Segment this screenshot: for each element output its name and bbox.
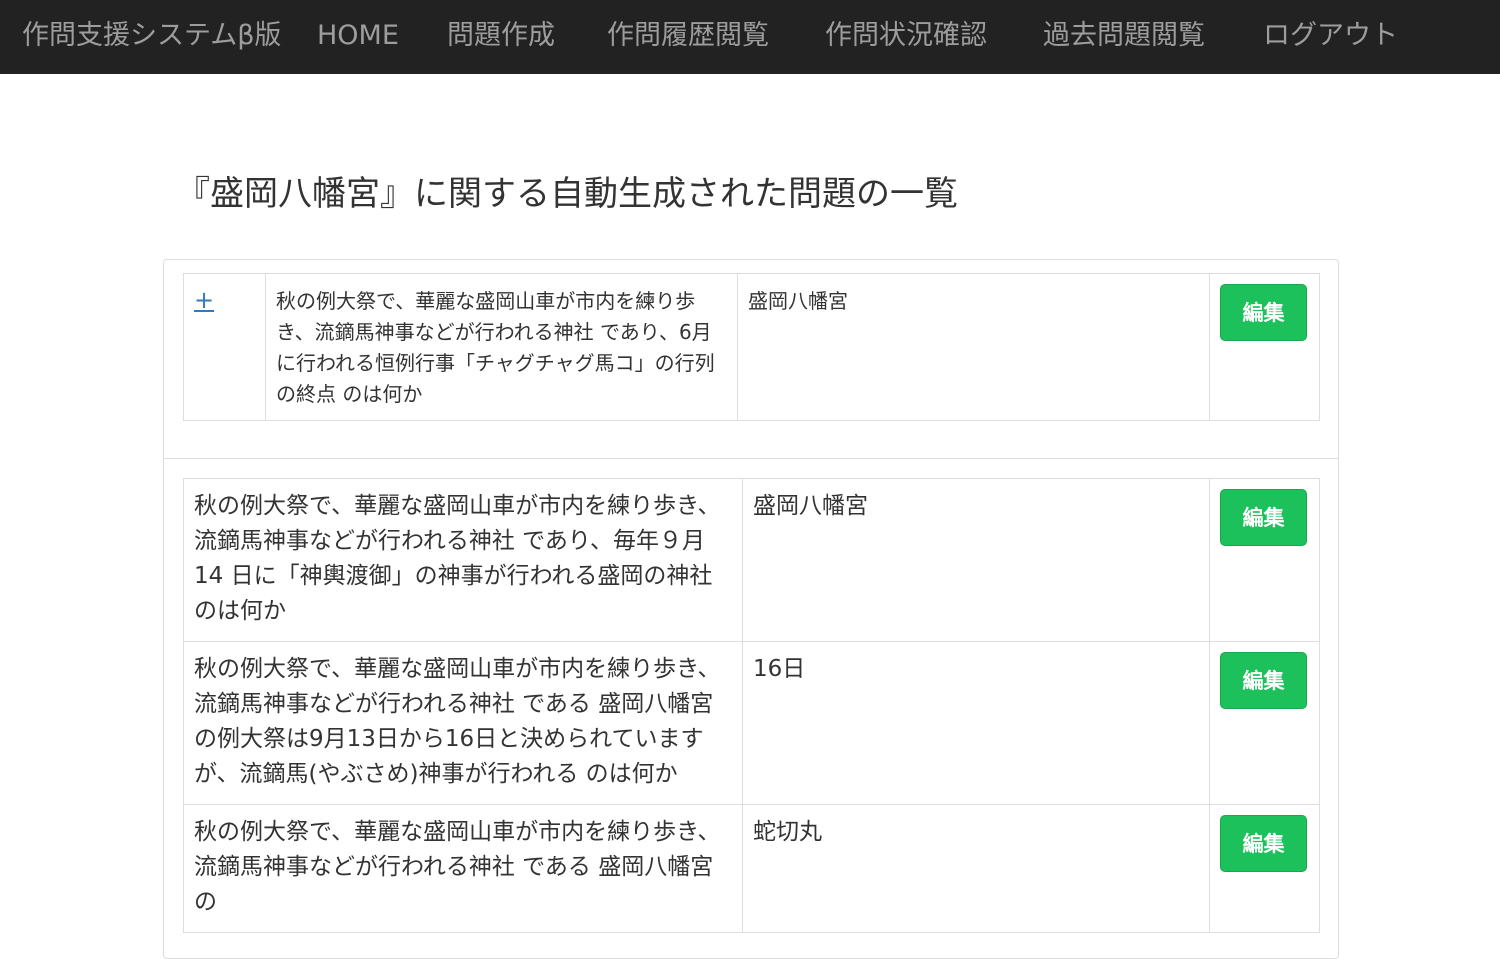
- navbar-brand[interactable]: 作問支援システムβ版: [22, 0, 281, 74]
- nav-item-create-question[interactable]: 問題作成: [447, 0, 555, 74]
- nav-item-logout[interactable]: ログアウト: [1263, 0, 1398, 74]
- question-cell: 秋の例大祭で、華麗な盛岡山車が市内を練り歩き、流鏑馬神事などが行われる神社 であ…: [183, 804, 743, 933]
- edit-button[interactable]: 編集: [1220, 284, 1307, 341]
- nav-item-history[interactable]: 作問履歴閲覧: [607, 0, 769, 74]
- question-cell: 秋の例大祭で、華麗な盛岡山車が市内を練り歩き、流鏑馬神事などが行われる神社 であ…: [183, 641, 743, 805]
- action-cell: 編集: [1209, 641, 1320, 805]
- action-cell: 編集: [1209, 478, 1320, 642]
- generated-questions-table: 秋の例大祭で、華麗な盛岡山車が市内を練り歩き、流鏑馬神事などが行われる神社 であ…: [183, 478, 1320, 933]
- page-title: 『盛岡八幡宮』に関する自動生成された問題の一覧: [176, 174, 958, 214]
- answer-cell: 盛岡八幡宮: [742, 478, 1210, 642]
- table-row: 秋の例大祭で、華麗な盛岡山車が市内を練り歩き、流鏑馬神事などが行われる神社 であ…: [183, 804, 1320, 933]
- toggle-cell: +: [183, 273, 266, 421]
- edit-button[interactable]: 編集: [1220, 815, 1307, 872]
- question-cell: 秋の例大祭で、華麗な盛岡山車が市内を練り歩き、流鏑馬神事などが行われる神社 であ…: [265, 273, 738, 421]
- answer-cell: 盛岡八幡宮: [737, 273, 1210, 421]
- action-cell: 編集: [1209, 273, 1320, 421]
- main-question-table: + 秋の例大祭で、華麗な盛岡山車が市内を練り歩き、流鏑馬神事などが行われる神社 …: [183, 273, 1320, 421]
- nav-item-home[interactable]: HOME: [317, 0, 399, 74]
- question-cell: 秋の例大祭で、華麗な盛岡山車が市内を練り歩き、流鏑馬神事などが行われる神社 であ…: [183, 478, 743, 642]
- action-cell: 編集: [1209, 804, 1320, 933]
- table-row: 秋の例大祭で、華麗な盛岡山車が市内を練り歩き、流鏑馬神事などが行われる神社 であ…: [183, 641, 1320, 805]
- table-row: + 秋の例大祭で、華麗な盛岡山車が市内を練り歩き、流鏑馬神事などが行われる神社 …: [183, 273, 1320, 421]
- edit-button[interactable]: 編集: [1220, 652, 1307, 709]
- answer-cell: 蛇切丸: [742, 804, 1210, 933]
- navbar: 作問支援システムβ版 HOME 問題作成 作問履歴閲覧 作問状況確認 過去問題閲…: [0, 0, 1500, 74]
- nav-item-past-questions[interactable]: 過去問題閲覧: [1043, 0, 1205, 74]
- nav-item-status[interactable]: 作問状況確認: [825, 0, 987, 74]
- expand-toggle-link[interactable]: +: [194, 286, 214, 314]
- panel-divider: [163, 458, 1339, 459]
- table-row: 秋の例大祭で、華麗な盛岡山車が市内を練り歩き、流鏑馬神事などが行われる神社 であ…: [183, 478, 1320, 642]
- answer-cell: 16日: [742, 641, 1210, 805]
- edit-button[interactable]: 編集: [1220, 489, 1307, 546]
